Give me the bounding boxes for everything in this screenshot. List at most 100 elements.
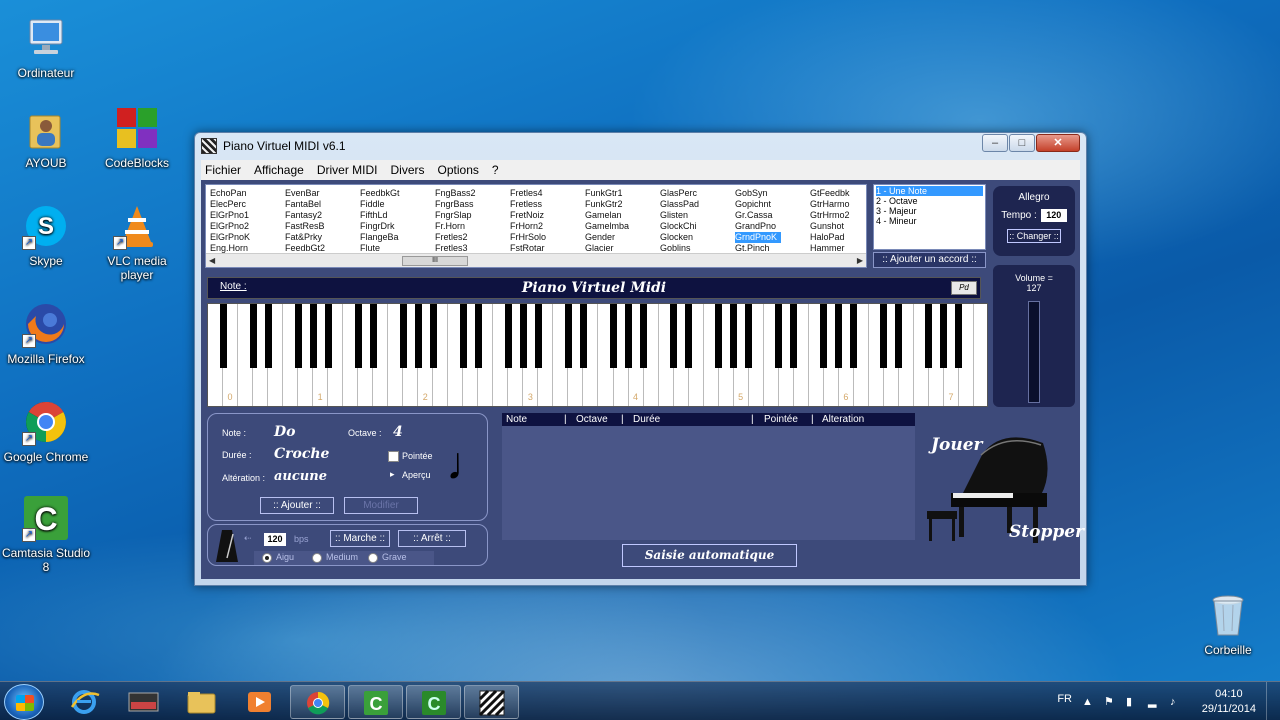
black-key[interactable] — [880, 304, 888, 368]
show-hidden-icons-icon[interactable]: ▲ — [1082, 696, 1094, 708]
instrument-item[interactable]: Fiddle — [360, 199, 435, 210]
system-clock[interactable]: 04:10 29/11/2014 — [1202, 687, 1256, 717]
instrument-item[interactable]: FrHrSolo — [510, 232, 585, 243]
preview-label[interactable]: Aperçu — [402, 470, 431, 480]
mode-item[interactable]: 1 - Une Note — [876, 186, 983, 196]
minimize-button[interactable]: – — [982, 134, 1008, 152]
black-key[interactable] — [474, 304, 482, 368]
instrument-item[interactable]: FngrSlap — [435, 210, 510, 221]
taskbar-internet-explorer[interactable] — [57, 685, 112, 719]
desktop-icon-user-folder[interactable]: AYOUB — [0, 104, 92, 170]
instrument-item[interactable]: FifthLd — [360, 210, 435, 221]
instrument-item[interactable]: FlangeBa — [360, 232, 435, 243]
instrument-item[interactable]: Fr.Horn — [435, 221, 510, 232]
close-button[interactable]: ✕ — [1036, 134, 1080, 152]
radio-aigu[interactable] — [262, 553, 272, 563]
instrument-item[interactable]: GlassPad — [660, 199, 735, 210]
modify-note-button[interactable]: Modifier — [344, 497, 418, 514]
instrument-item[interactable]: FastResB — [285, 221, 360, 232]
volume-icon[interactable]: ♪ — [1170, 696, 1182, 708]
instrument-item[interactable]: GrndPnoK — [735, 232, 781, 243]
desktop-icon-skype[interactable]: S ↗ Skype — [0, 202, 92, 268]
bps-input[interactable]: 120 — [264, 533, 286, 546]
black-key[interactable] — [429, 304, 437, 368]
black-key[interactable] — [399, 304, 407, 368]
taskbar-chrome[interactable] — [290, 685, 345, 719]
taskbar-explorer[interactable] — [174, 685, 229, 719]
action-center-icon[interactable]: ⚑ — [1104, 696, 1116, 708]
instrument-item[interactable]: FngBass2 — [435, 188, 510, 199]
black-key[interactable] — [610, 304, 618, 368]
instrument-item[interactable]: Fantasy2 — [285, 210, 360, 221]
instrument-item[interactable]: Glocken — [660, 232, 735, 243]
menu-divers[interactable]: Divers — [391, 163, 425, 177]
black-key[interactable] — [219, 304, 227, 368]
black-key[interactable] — [790, 304, 798, 368]
mode-item[interactable]: 2 - Octave — [876, 196, 983, 206]
piano-keyboard[interactable]: 0 1 2 3 4 5 6 7 — [207, 303, 988, 407]
desktop-icon-recycle-bin[interactable]: Corbeille — [1182, 591, 1274, 657]
instrument-item[interactable]: Gender — [585, 232, 660, 243]
add-note-button[interactable]: :: Ajouter :: — [260, 497, 334, 514]
black-key[interactable] — [309, 304, 317, 368]
window-titlebar[interactable]: Piano Virtuel MIDI v6.1 – □ ✕ — [195, 133, 1086, 159]
desktop-icon-camtasia[interactable]: C ↗ Camtasia Studio 8 — [0, 494, 92, 574]
black-key[interactable] — [835, 304, 843, 368]
desktop-icon-codeblocks[interactable]: CodeBlocks — [91, 104, 183, 170]
instrument-item[interactable]: Fretless — [510, 199, 585, 210]
instrument-item[interactable]: ElecPerc — [210, 199, 285, 210]
white-key[interactable] — [974, 304, 987, 406]
start-button[interactable] — [4, 684, 44, 720]
instrument-item[interactable]: FingrDrk — [360, 221, 435, 232]
black-key[interactable] — [534, 304, 542, 368]
black-key[interactable] — [564, 304, 572, 368]
black-key[interactable] — [264, 304, 272, 368]
instrument-list[interactable]: EchoPan EvenBar FeedbkGt FngBass2 Fretles4 Fu… — [205, 184, 867, 268]
desktop-icon-firefox[interactable]: ↗ Mozilla Firefox — [0, 300, 92, 366]
metronome-stop-button[interactable]: :: Arrêt :: — [398, 530, 466, 547]
battery-icon[interactable]: ▮ — [1126, 696, 1138, 708]
black-key[interactable] — [354, 304, 362, 368]
instrument-item[interactable]: FunkGtr2 — [585, 199, 660, 210]
instrument-item[interactable]: Gopichnt — [735, 199, 810, 210]
black-key[interactable] — [895, 304, 903, 368]
black-key[interactable] — [820, 304, 828, 368]
instrument-item[interactable]: GlockChi — [660, 221, 735, 232]
black-key[interactable] — [730, 304, 738, 368]
black-key[interactable] — [775, 304, 783, 368]
change-tempo-button[interactable]: :: Changer :: — [1007, 229, 1061, 243]
taskbar-camtasia[interactable]: C — [348, 685, 403, 719]
black-key[interactable] — [459, 304, 467, 368]
black-key[interactable] — [414, 304, 422, 368]
alteration-value[interactable]: aucune — [274, 469, 327, 484]
radio-grave[interactable] — [368, 553, 378, 563]
show-desktop-button[interactable] — [1266, 682, 1280, 720]
instrument-item[interactable]: FrHorn2 — [510, 221, 585, 232]
instrument-item[interactable]: FantaBel — [285, 199, 360, 210]
tempo-input[interactable]: 120 — [1040, 209, 1067, 222]
column-header[interactable]: Octave — [576, 413, 608, 426]
instrument-item[interactable]: FeedbkGt — [360, 188, 435, 199]
instrument-item[interactable]: EchoPan — [210, 188, 285, 199]
volume-slider[interactable] — [1028, 301, 1040, 403]
taskbar-piano-virtuel[interactable] — [464, 685, 519, 719]
scroll-left-icon[interactable]: ◀ — [209, 254, 215, 268]
metronome-start-button[interactable]: :: Marche :: — [330, 530, 390, 547]
column-header[interactable]: Durée — [633, 413, 660, 426]
mode-list[interactable]: 1 - Une Note 2 - Octave 3 - Majeur 4 - M… — [873, 184, 986, 250]
black-key[interactable] — [640, 304, 648, 368]
menu-help[interactable]: ? — [492, 163, 499, 177]
instrument-item[interactable]: FretNoiz — [510, 210, 585, 221]
instrument-item[interactable]: ElGrPno2 — [210, 221, 285, 232]
note-value[interactable]: Do — [274, 424, 295, 440]
instrument-item[interactable]: GlasPerc — [660, 188, 735, 199]
instrument-item[interactable]: Glisten — [660, 210, 735, 221]
radio-medium[interactable] — [312, 553, 322, 563]
black-key[interactable] — [685, 304, 693, 368]
preview-arrow-icon[interactable]: ▸ — [390, 469, 395, 480]
instrument-item[interactable]: EvenBar — [285, 188, 360, 199]
black-key[interactable] — [850, 304, 858, 368]
black-key[interactable] — [579, 304, 587, 368]
network-icon[interactable]: ▂ — [1148, 696, 1160, 708]
black-key[interactable] — [925, 304, 933, 368]
